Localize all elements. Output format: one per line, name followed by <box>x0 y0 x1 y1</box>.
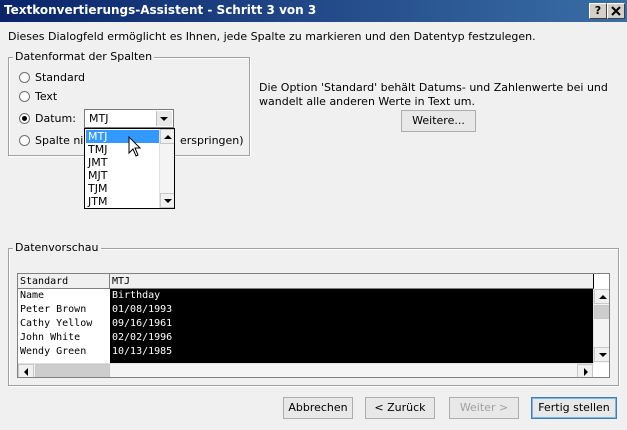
radio-text[interactable] <box>19 91 30 102</box>
format-group-legend: Datenformat der Spalten <box>13 50 155 63</box>
preview-cell: Wendy Green <box>20 346 87 357</box>
close-icon <box>611 6 621 16</box>
mouse-cursor-icon <box>128 136 142 157</box>
radio-text-label[interactable]: Text <box>35 90 57 103</box>
radio-standard-label[interactable]: Standard <box>35 71 85 84</box>
dropdown-scroll-down-button[interactable] <box>160 193 174 208</box>
preview-scroll-up-button[interactable] <box>594 289 609 304</box>
preview-cell: 02/02/1996 <box>112 332 173 343</box>
back-button[interactable]: < Zurück <box>365 397 435 419</box>
info-text: Die Option 'Standard' behält Datums- und… <box>259 81 608 108</box>
preview-cell: Cathy Yellow <box>20 318 93 329</box>
radio-skip-column-label[interactable]: Spalte nic <box>35 134 89 147</box>
preview-column-mtj[interactable]: Birthday 01/08/1993 09/16/1961 02/02/199… <box>110 289 593 363</box>
arrow-up-icon <box>164 135 172 139</box>
combo-dropdown-button[interactable] <box>156 111 172 126</box>
dropdown-scroll-up-button[interactable] <box>160 129 174 144</box>
preview-cell: 10/13/1985 <box>112 346 173 357</box>
date-format-combo[interactable]: MTJ <box>84 109 174 128</box>
dropdown-option-tjm[interactable]: TJM <box>86 182 160 195</box>
finish-button[interactable]: Fertig stellen <box>531 397 617 419</box>
preview-scroll-left-button[interactable] <box>18 364 34 377</box>
preview-scroll-thumb[interactable] <box>594 305 609 319</box>
radio-skip-column-label-end[interactable]: erspringen) <box>180 134 244 147</box>
cancel-button[interactable]: Abbrechen <box>283 397 353 419</box>
preview-vertical-scrollbar[interactable] <box>593 289 609 363</box>
preview-hscroll-thumb[interactable] <box>35 364 110 377</box>
help-button[interactable]: ? <box>589 3 607 19</box>
arrow-down-icon <box>599 353 607 357</box>
dropdown-option-jmt[interactable]: JMT <box>86 156 160 169</box>
radio-standard[interactable] <box>19 72 30 83</box>
preview-horizontal-scrollbar[interactable] <box>18 363 593 377</box>
next-button[interactable]: Weiter > <box>449 397 519 419</box>
arrow-left-icon <box>24 368 28 376</box>
dropdown-option-tmj[interactable]: TMJ <box>86 143 160 156</box>
preview-group-legend: Datenvorschau <box>13 241 101 254</box>
arrow-right-icon <box>584 368 588 376</box>
preview-cell: Name <box>20 290 45 301</box>
dropdown-option-mtj[interactable]: MTJ <box>86 130 160 143</box>
dropdown-option-jtm[interactable]: JTM <box>86 195 160 208</box>
description-text: Dieses Dialogfeld ermöglicht es Ihnen, j… <box>8 30 536 43</box>
preview-scroll-down-button[interactable] <box>594 347 609 362</box>
title-bar[interactable]: Textkonvertierungs-Assistent - Schritt 3… <box>0 0 627 22</box>
advanced-button[interactable]: Weitere... <box>401 110 476 132</box>
radio-skip-column[interactable] <box>19 135 30 146</box>
preview-col-header-standard[interactable]: Standard <box>18 274 110 289</box>
preview-cell: 01/08/1993 <box>112 304 173 315</box>
arrow-up-icon <box>599 295 607 299</box>
preview-column-standard[interactable]: Name Peter Brown Cathy Yellow John White… <box>18 289 110 363</box>
preview-cell: 09/16/1961 <box>112 318 173 329</box>
data-preview-grid[interactable]: Standard MTJ Name Peter Brown Cathy Yell… <box>17 273 610 378</box>
arrow-down-icon <box>164 199 172 203</box>
close-button[interactable] <box>607 3 625 19</box>
chevron-down-icon <box>160 117 168 121</box>
radio-date-label[interactable]: Datum: <box>35 112 76 125</box>
preview-cell: Peter Brown <box>20 304 87 315</box>
preview-cell: John White <box>20 332 81 343</box>
window-title: Textkonvertierungs-Assistent - Schritt 3… <box>4 3 317 17</box>
preview-scroll-right-button[interactable] <box>577 364 593 377</box>
dropdown-scrollbar[interactable] <box>159 129 174 208</box>
radio-date[interactable] <box>19 113 30 124</box>
preview-col-header-mtj[interactable]: MTJ <box>110 274 594 289</box>
dropdown-option-mjt[interactable]: MJT <box>86 169 160 182</box>
date-format-value: MTJ <box>89 112 109 125</box>
preview-cell: Birthday <box>112 290 161 301</box>
